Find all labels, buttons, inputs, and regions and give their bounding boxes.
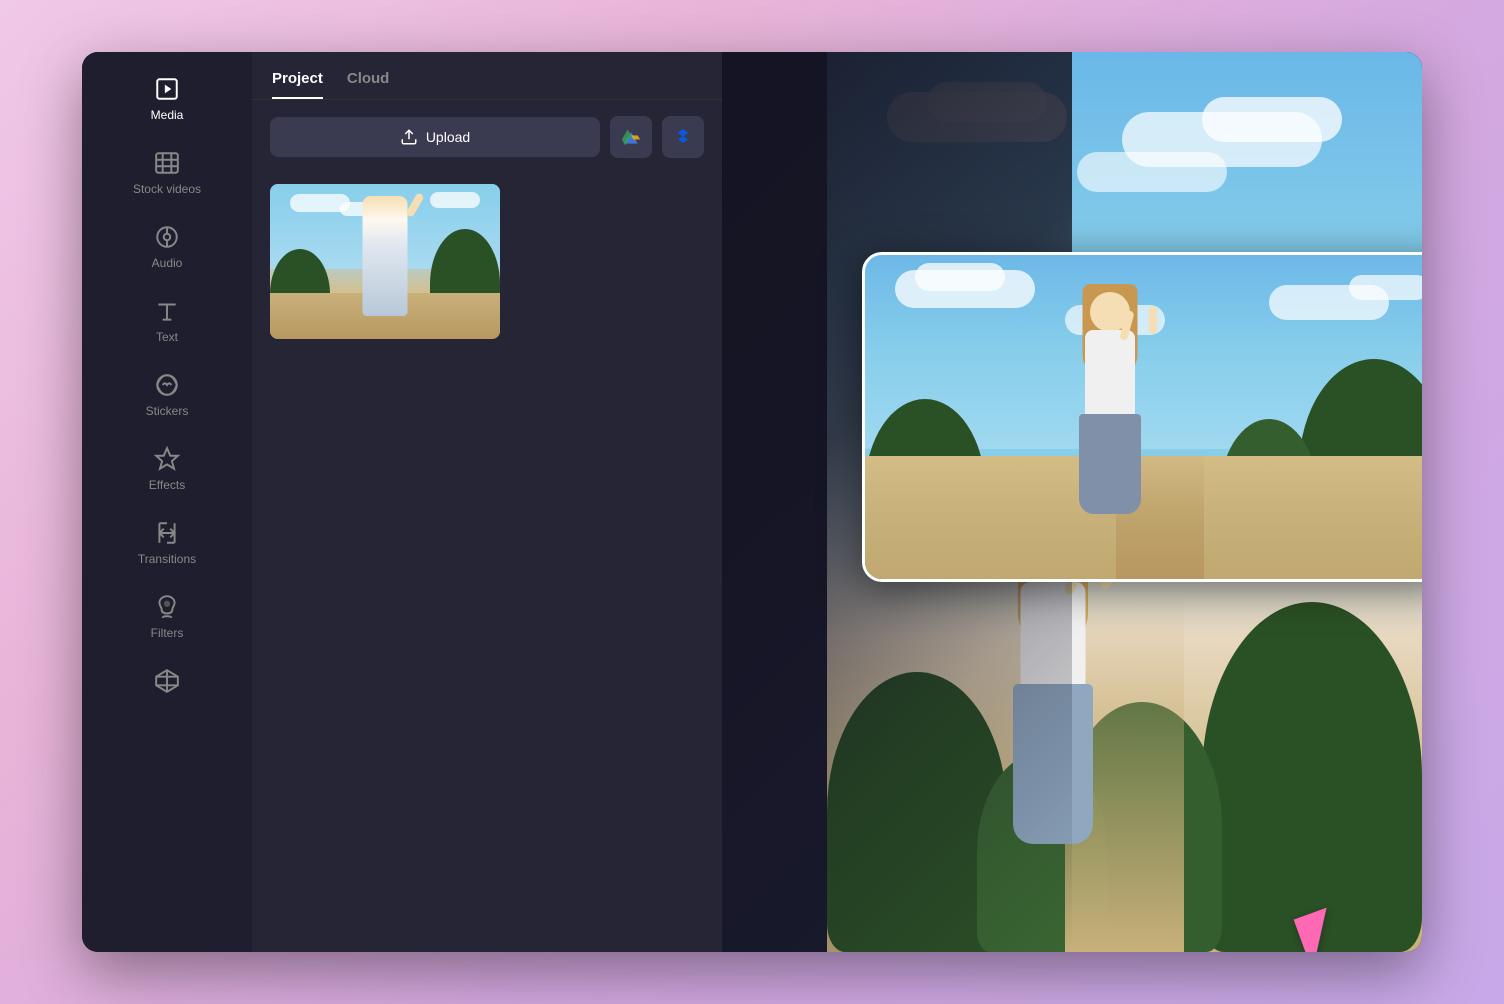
tab-cloud[interactable]: Cloud [347,70,390,99]
sidebar-label-text: Text [156,330,178,344]
sidebar-item-stock-videos[interactable]: Stock videos [82,136,252,210]
tabs-row: Project Cloud [252,52,722,100]
sidebar-label-effects: Effects [149,478,185,492]
dropbox-button[interactable] [662,116,704,158]
tab-project[interactable]: Project [272,70,323,99]
sidebar-label-stickers: Stickers [146,404,189,418]
google-drive-button[interactable] [610,116,652,158]
sidebar-label-transitions: Transitions [138,552,196,566]
upload-label: Upload [426,129,470,145]
sidebar-item-stickers[interactable]: Stickers [82,358,252,432]
sidebar-label-stock-videos: Stock videos [133,182,201,196]
sidebar-item-transitions[interactable]: Transitions [82,506,252,580]
sidebar: Media Stock videos Audio [82,52,252,952]
left-panel: Project Cloud Upload [252,52,722,952]
sidebar-label-media: Media [151,108,184,122]
google-drive-icon [621,127,641,147]
main-canvas [722,52,1422,952]
sidebar-item-effects[interactable]: Effects [82,432,252,506]
sidebar-item-audio[interactable]: Audio [82,210,252,284]
sidebar-item-3d[interactable] [82,654,252,708]
upload-button[interactable]: Upload [270,117,600,157]
media-thumbnail[interactable] [270,184,500,339]
media-grid [252,174,722,349]
sidebar-label-filters: Filters [151,626,184,640]
sidebar-item-filters[interactable]: Filters [82,580,252,654]
tree-right-bg [1202,602,1422,952]
focused-photo-card[interactable] [862,252,1422,582]
app-container: Media Stock videos Audio [82,52,1422,952]
dropbox-icon [673,127,693,147]
sidebar-item-text[interactable]: Text [82,284,252,358]
woman-figure [345,184,425,316]
upload-icon [400,128,418,146]
sidebar-item-media[interactable]: Media [82,62,252,136]
sidebar-label-audio: Audio [152,256,183,270]
toolbar-row: Upload [252,100,722,174]
